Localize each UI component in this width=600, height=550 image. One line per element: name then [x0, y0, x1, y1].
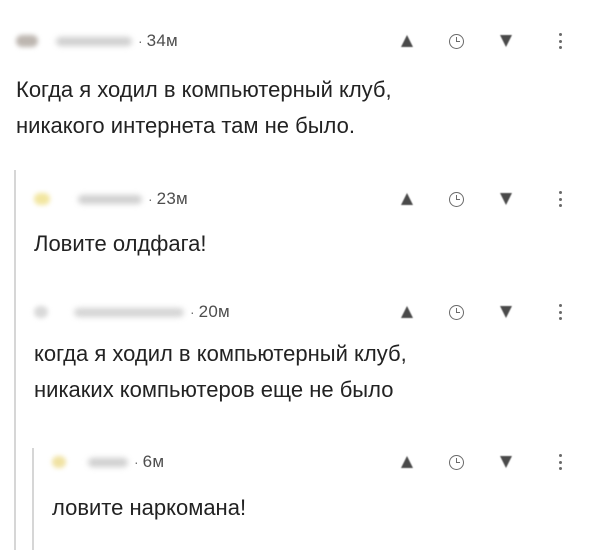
clock-icon[interactable]	[449, 191, 464, 207]
avatar[interactable]	[52, 456, 66, 468]
triangle-down-icon[interactable]	[500, 306, 512, 318]
triangle-down-icon[interactable]	[500, 456, 512, 468]
username[interactable]	[74, 307, 184, 317]
triangle-down-icon[interactable]	[500, 35, 512, 47]
comment-text: ловите наркомана!	[52, 490, 586, 526]
meta-separator: ·	[134, 454, 139, 470]
comment-actions	[401, 189, 562, 209]
vertical-ellipsis-icon[interactable]	[558, 454, 562, 470]
comment-time: 20м	[198, 302, 230, 321]
comment-text: Ловите олдфага!	[34, 226, 586, 262]
comment-text-line: Ловите олдфага!	[34, 231, 207, 256]
clock-icon[interactable]	[449, 33, 464, 49]
thread-line-level-2[interactable]	[32, 448, 34, 550]
triangle-up-icon[interactable]	[401, 35, 413, 47]
clock-icon[interactable]	[449, 304, 464, 320]
comment-text: когда я ходил в компьютерный клуб, никак…	[34, 336, 586, 408]
vertical-ellipsis-icon[interactable]	[558, 191, 562, 207]
comment-thread: · 34м Когда я ходил в компьютерный клуб,…	[0, 0, 600, 550]
meta-separator: ·	[190, 304, 195, 320]
meta-separator: ·	[138, 33, 143, 49]
comment-2: · 23м Ловите олдфага!	[34, 189, 586, 262]
username[interactable]	[88, 457, 128, 467]
comment-actions	[401, 302, 562, 322]
vertical-ellipsis-icon[interactable]	[558, 33, 562, 49]
thread-line-level-1[interactable]	[14, 170, 16, 550]
avatar[interactable]	[16, 35, 38, 47]
triangle-up-icon[interactable]	[401, 306, 413, 318]
clock-icon[interactable]	[449, 454, 464, 470]
comment-text-line: никакого интернета там не было.	[16, 113, 355, 138]
comment-text-line: никаких компьютеров еще не было	[34, 377, 394, 402]
username[interactable]	[78, 194, 142, 204]
username[interactable]	[56, 36, 132, 46]
comment-time: 23м	[156, 189, 188, 208]
avatar[interactable]	[34, 306, 48, 318]
comment-1: · 34м Когда я ходил в компьютерный клуб,…	[16, 31, 586, 144]
comment-actions	[401, 31, 562, 51]
comment-text-line: ловите наркомана!	[52, 495, 247, 520]
comment-time: 6м	[142, 452, 165, 471]
comment-text: Когда я ходил в компьютерный клуб, никак…	[16, 72, 586, 144]
meta-separator: ·	[148, 191, 153, 207]
comment-text-line: когда я ходил в компьютерный клуб,	[34, 341, 407, 366]
avatar[interactable]	[34, 193, 50, 205]
triangle-up-icon[interactable]	[401, 193, 413, 205]
vertical-ellipsis-icon[interactable]	[558, 304, 562, 320]
comment-text-line: Когда я ходил в компьютерный клуб,	[16, 77, 392, 102]
triangle-down-icon[interactable]	[500, 193, 512, 205]
comment-actions	[401, 452, 562, 472]
comment-3: · 20м когда я ходил в компьютерный клуб,…	[34, 302, 586, 408]
triangle-up-icon[interactable]	[401, 456, 413, 468]
comment-time: 34м	[146, 31, 178, 50]
comment-4: · 6м ловите наркомана!	[52, 452, 586, 526]
